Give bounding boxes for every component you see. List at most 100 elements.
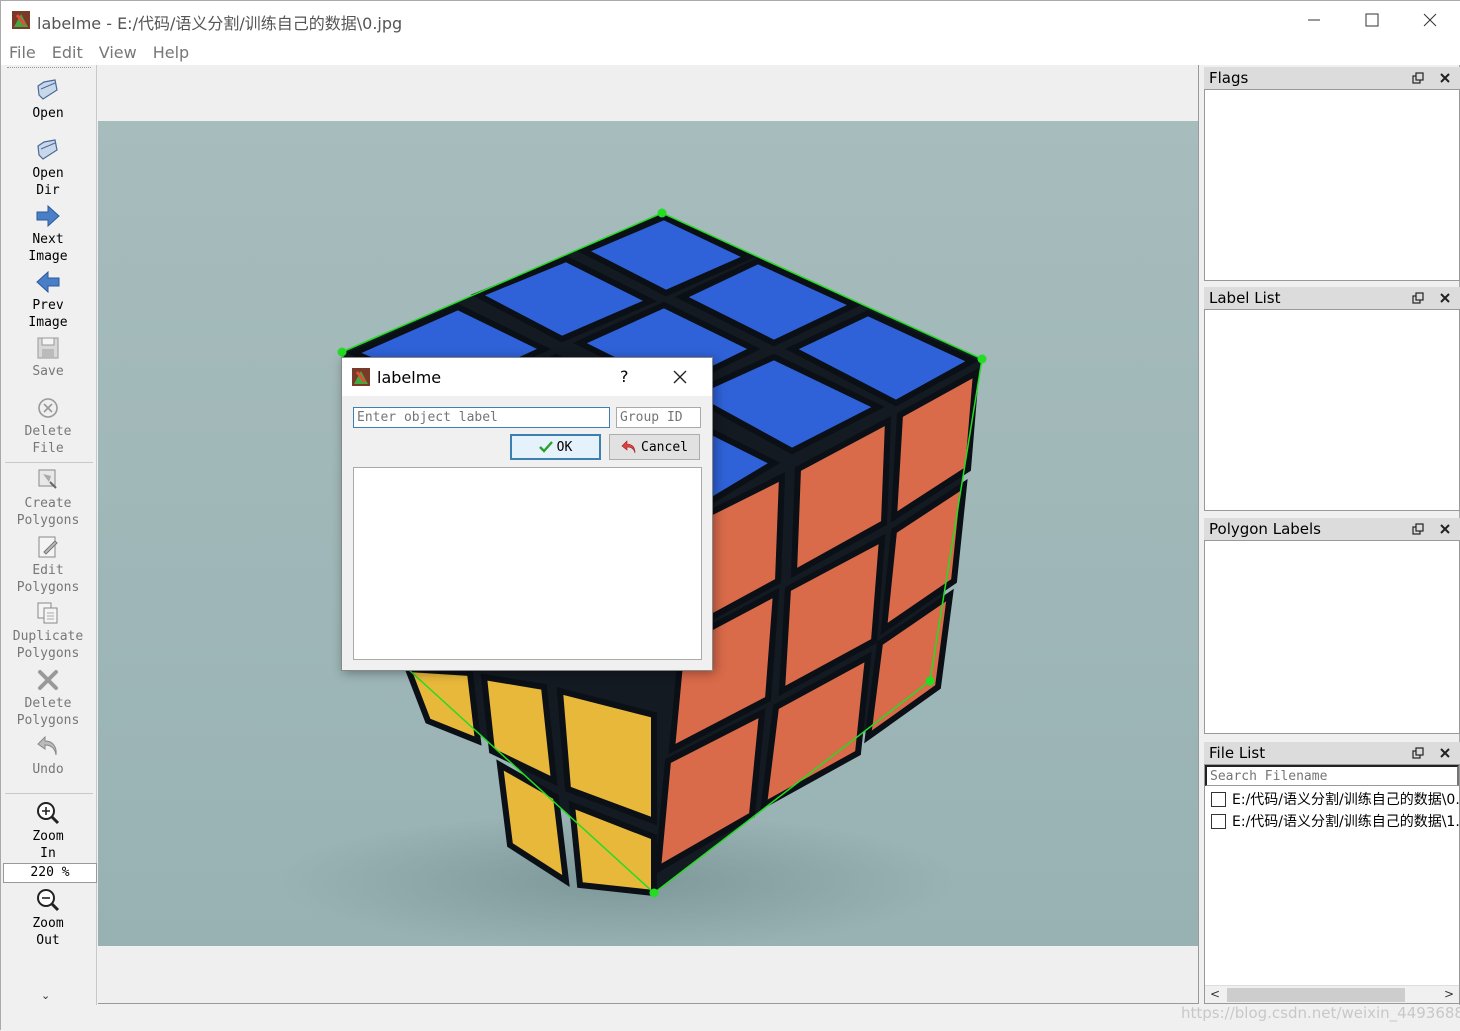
undo-arrow-icon: [621, 440, 636, 454]
arrow-right-icon: [36, 204, 60, 228]
group-id-input[interactable]: [616, 407, 701, 428]
maximize-button[interactable]: [1343, 1, 1401, 39]
zoom-in-button[interactable]: Zoom In: [1, 800, 95, 862]
label-list-title: Label List: [1209, 289, 1281, 307]
float-icon[interactable]: [1412, 292, 1424, 304]
toolbar-separator: [5, 462, 93, 463]
zoom-out-button[interactable]: Zoom Out: [1, 887, 95, 949]
float-icon[interactable]: [1412, 747, 1424, 759]
delete-file-button[interactable]: Delete File: [1, 395, 95, 457]
label-dialog: labelme ? OK Cancel: [341, 357, 713, 671]
labelme-app-icon: [12, 11, 30, 29]
close-icon: [1423, 13, 1437, 27]
title-bar: labelme - E:/代码/语义分割/训练自己的数据\0.jpg: [1, 1, 1460, 39]
arrow-left-icon: [36, 270, 60, 294]
zoom-in-label: Zoom In: [32, 829, 64, 861]
menu-edit[interactable]: Edit: [44, 39, 91, 65]
prev-image-button[interactable]: Prev Image: [1, 269, 95, 331]
polygon-vertex[interactable]: [649, 888, 659, 898]
file-checkbox[interactable]: [1211, 791, 1226, 807]
horizontal-scrollbar[interactable]: < >: [1205, 985, 1459, 1003]
zoom-out-label: Zoom Out: [32, 916, 64, 948]
ok-button[interactable]: OK: [510, 434, 601, 460]
open-dir-button[interactable]: Open Dir: [1, 137, 95, 199]
maximize-icon: [1365, 13, 1379, 27]
toolbar-grip[interactable]: [7, 67, 91, 70]
open-dir-label: Open Dir: [32, 166, 64, 198]
polygon-vertex[interactable]: [977, 354, 987, 364]
delete-polygons-button[interactable]: Delete Polygons: [1, 667, 95, 729]
cancel-x-icon: [38, 670, 58, 690]
prev-image-label: Prev Image: [28, 298, 68, 330]
zoom-in-icon: [37, 802, 60, 825]
menu-file[interactable]: File: [1, 39, 44, 65]
menu-bar: File Edit View Help: [1, 39, 1460, 65]
search-filename-input[interactable]: [1205, 765, 1459, 786]
open-button[interactable]: Open: [1, 77, 95, 122]
dialog-title-bar: labelme ?: [342, 358, 712, 396]
file-checkbox[interactable]: [1211, 813, 1226, 829]
close-icon[interactable]: [672, 369, 688, 385]
save-icon: [37, 337, 59, 359]
tools-toolbar: Open Open Dir Next Image Prev Image Save…: [1, 65, 97, 1005]
next-image-label: Next Image: [28, 232, 68, 264]
chevron-down-icon[interactable]: ⌄: [41, 989, 50, 1002]
flags-title: Flags: [1209, 69, 1249, 87]
flags-panel[interactable]: [1204, 89, 1460, 281]
label-suggestion-list[interactable]: [353, 467, 702, 660]
minimize-icon: [1308, 19, 1320, 21]
polygon-labels-dock-header: Polygon Labels: [1204, 518, 1460, 540]
file-name: E:/代码/语义分割/训练自己的数据\0.jpg: [1232, 792, 1459, 808]
open-label: Open: [32, 106, 64, 121]
labelme-window: labelme - E:/代码/语义分割/训练自己的数据\0.jpg File …: [0, 0, 1460, 1031]
toolbar-separator: [5, 793, 93, 794]
ok-label: OK: [556, 439, 573, 455]
polygon-labels-title: Polygon Labels: [1209, 520, 1321, 538]
zoom-value-field[interactable]: 220 %: [3, 863, 97, 883]
float-icon[interactable]: [1412, 523, 1424, 535]
float-icon[interactable]: [1412, 72, 1424, 84]
save-button[interactable]: Save: [1, 335, 95, 380]
labelme-app-icon: [352, 368, 370, 386]
delete-polygons-label: Delete Polygons: [16, 696, 80, 728]
help-button[interactable]: ?: [620, 367, 629, 386]
menu-view[interactable]: View: [91, 39, 145, 65]
object-label-input[interactable]: [353, 407, 610, 428]
close-button[interactable]: [1401, 1, 1459, 39]
close-icon[interactable]: [1439, 292, 1451, 304]
next-image-button[interactable]: Next Image: [1, 203, 95, 265]
delete-file-label: Delete File: [24, 424, 72, 456]
file-list-dock-header: File List: [1204, 742, 1460, 764]
polygon-vertex[interactable]: [337, 347, 347, 357]
undo-icon: [37, 735, 57, 756]
minimize-button[interactable]: [1285, 1, 1343, 39]
file-list-panel: E:/代码/语义分割/训练自己的数据\0.jpg E:/代码/语义分割/训练自己…: [1204, 764, 1460, 1004]
close-icon[interactable]: [1439, 523, 1451, 535]
watermark-text: https://blog.csdn.net/weixin_44936889: [1181, 1004, 1460, 1022]
undo-label: Undo: [32, 762, 64, 777]
duplicate-polygons-button[interactable]: Duplicate Polygons: [1, 600, 95, 662]
close-icon[interactable]: [1439, 72, 1451, 84]
scroll-right-icon[interactable]: >: [1444, 987, 1454, 1001]
close-icon[interactable]: [1439, 747, 1451, 759]
scroll-left-icon[interactable]: <: [1210, 987, 1220, 1001]
zoom-out-icon: [37, 889, 60, 912]
window-title: labelme - E:/代码/语义分割/训练自己的数据\0.jpg: [37, 14, 403, 33]
file-list-item[interactable]: E:/代码/语义分割/训练自己的数据\1.jpg: [1205, 810, 1459, 832]
menu-help[interactable]: Help: [145, 39, 197, 65]
file-list-item[interactable]: E:/代码/语义分割/训练自己的数据\0.jpg: [1205, 788, 1459, 810]
create-polygons-button[interactable]: Create Polygons: [1, 467, 95, 529]
undo-button[interactable]: Undo: [1, 733, 95, 778]
polygon-vertex[interactable]: [925, 676, 935, 686]
delete-circle-icon: [38, 398, 58, 418]
label-list-panel[interactable]: [1204, 309, 1460, 511]
edit-polygons-button[interactable]: Edit Polygons: [1, 534, 95, 596]
cancel-label: Cancel: [641, 439, 688, 455]
polygon-vertex[interactable]: [657, 208, 667, 218]
duplicate-polygons-label: Duplicate Polygons: [12, 629, 84, 661]
polygon-labels-panel[interactable]: [1204, 540, 1460, 734]
checkmark-icon: [538, 441, 553, 453]
folder-open-icon: [37, 139, 58, 160]
cancel-button[interactable]: Cancel: [609, 434, 700, 460]
scrollbar-thumb[interactable]: [1227, 988, 1405, 1002]
